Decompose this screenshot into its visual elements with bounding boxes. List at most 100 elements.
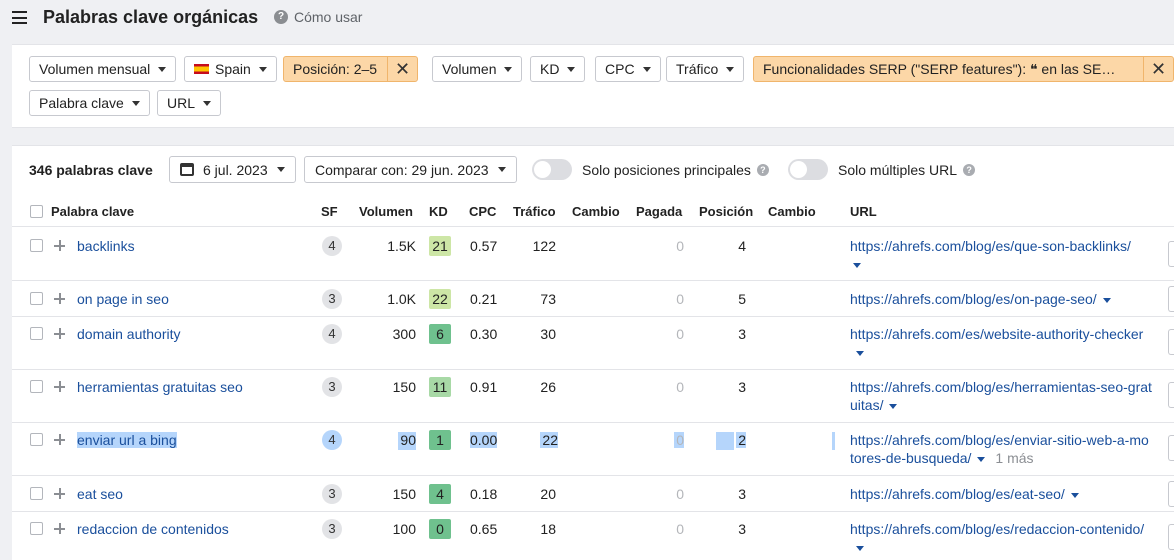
url-text[interactable]: https://ahrefs.com/blog/es/redaccion-con… [850, 521, 1144, 537]
caret-down-icon[interactable] [1070, 492, 1079, 498]
row-action-button[interactable] [1168, 524, 1174, 550]
table-row: herramientas gratuitas seo 3 150 11 0.91… [12, 370, 1174, 423]
filter-cpc[interactable]: CPC [595, 56, 661, 82]
url-link[interactable]: https://ahrefs.com/blog/es/redaccion-con… [850, 520, 1152, 556]
caret-down-icon[interactable] [1102, 297, 1111, 303]
plus-icon[interactable] [54, 381, 65, 392]
row-checkbox[interactable] [30, 433, 43, 446]
compare-date-picker[interactable]: Comparar con: 29 jun. 2023 [304, 156, 517, 183]
filter-country[interactable]: Spain [184, 56, 277, 82]
col-traffic[interactable]: Tráfico [513, 204, 556, 219]
filter-label: CPC [605, 61, 635, 77]
keyword-link[interactable]: eat seo [77, 486, 123, 502]
col-keyword[interactable]: Palabra clave [51, 204, 134, 219]
paid-value: 0 [676, 238, 684, 254]
toggle-top-positions-label: Solo posiciones principales? [582, 162, 769, 178]
col-change[interactable]: Cambio [572, 204, 620, 219]
toggle-top-positions[interactable] [532, 159, 572, 180]
plus-icon[interactable] [54, 488, 65, 499]
row-checkbox[interactable] [30, 487, 43, 500]
caret-down-icon [131, 100, 140, 106]
col-cpc[interactable]: CPC [469, 204, 496, 219]
sf-badge[interactable]: 3 [322, 377, 342, 397]
col-paid[interactable]: Pagada [636, 204, 682, 219]
help-link[interactable]: ? Cómo usar [274, 9, 362, 25]
row-checkbox[interactable] [30, 522, 43, 535]
filter-palabra-clave[interactable]: Palabra clave [29, 90, 150, 116]
row-action-button[interactable] [1168, 435, 1174, 461]
caret-down-icon [203, 100, 212, 106]
sf-badge[interactable]: 3 [322, 519, 342, 539]
col-sf[interactable]: SF [321, 204, 338, 219]
filter-url[interactable]: URL [157, 90, 222, 116]
row-action-button[interactable] [1168, 382, 1174, 408]
caret-down-icon[interactable] [856, 545, 864, 551]
row-action-button[interactable] [1168, 286, 1174, 312]
row-checkbox[interactable] [30, 239, 43, 252]
url-link[interactable]: https://ahrefs.com/es/website-authority-… [850, 325, 1152, 361]
url-text[interactable]: https://ahrefs.com/es/website-authority-… [850, 326, 1143, 342]
sf-badge[interactable]: 4 [322, 236, 342, 256]
caret-down-icon[interactable] [889, 403, 898, 409]
close-icon[interactable]: ✕ [1143, 57, 1173, 81]
sf-badge[interactable]: 4 [322, 324, 342, 344]
filter-posicion[interactable]: Posición: 2–5 ✕ [283, 56, 419, 82]
row-action-button[interactable] [1168, 241, 1174, 267]
plus-icon[interactable] [54, 240, 65, 251]
keyword-link[interactable]: enviar url a bing [77, 432, 177, 448]
plus-icon[interactable] [54, 523, 65, 534]
url-link[interactable]: https://ahrefs.com/blog/es/que-son-backl… [850, 237, 1152, 273]
close-icon[interactable]: ✕ [387, 57, 417, 81]
url-text[interactable]: https://ahrefs.com/blog/es/on-page-seo/ [850, 291, 1097, 307]
sf-badge[interactable]: 4 [322, 430, 342, 450]
col-volume[interactable]: Volumen [359, 204, 413, 219]
keyword-link[interactable]: redaccion de contenidos [77, 521, 229, 537]
sf-badge[interactable]: 3 [322, 289, 342, 309]
keyword-link[interactable]: domain authority [77, 326, 181, 342]
col-kd[interactable]: KD [429, 204, 448, 219]
spain-flag-icon [194, 64, 209, 74]
filter-kd[interactable]: KD [530, 56, 586, 82]
url-text[interactable]: https://ahrefs.com/blog/es/eat-seo/ [850, 486, 1065, 502]
keyword-link[interactable]: on page in seo [77, 291, 169, 307]
keyword-link[interactable]: backlinks [77, 238, 135, 254]
row-checkbox[interactable] [30, 380, 43, 393]
select-all-checkbox[interactable] [30, 205, 43, 218]
keyword-link[interactable]: herramientas gratuitas seo [77, 379, 243, 395]
row-action-button[interactable] [1168, 481, 1174, 507]
url-link[interactable]: https://ahrefs.com/blog/es/on-page-seo/ [850, 290, 1152, 308]
toggle-multiple-urls-label: Solo múltiples URL? [838, 162, 976, 178]
plus-icon[interactable] [54, 293, 65, 304]
filter-trafico[interactable]: Tráfico [666, 56, 745, 82]
filter-serp-features[interactable]: Funcionalidades SERP ("SERP features"): … [753, 56, 1174, 82]
paid-value: 0 [676, 326, 684, 342]
filter-volumen[interactable]: Volumen [432, 56, 523, 82]
toggle-multiple-urls[interactable] [788, 159, 828, 180]
row-checkbox[interactable] [30, 327, 43, 340]
url-link[interactable]: https://ahrefs.com/blog/es/eat-seo/ [850, 485, 1152, 503]
caret-down-icon[interactable] [853, 262, 861, 268]
plus-icon[interactable] [54, 434, 65, 445]
date-picker[interactable]: 6 jul. 2023 [169, 156, 296, 183]
sf-badge[interactable]: 3 [322, 484, 342, 504]
cpc-value: 0.00 [470, 432, 498, 448]
col-url[interactable]: URL [850, 204, 877, 219]
url-link[interactable]: https://ahrefs.com/blog/es/enviar-sitio-… [850, 431, 1152, 467]
question-icon[interactable]: ? [963, 164, 976, 176]
position-value: 5 [738, 291, 746, 307]
caret-down-icon[interactable] [856, 350, 864, 356]
row-action-button[interactable] [1168, 329, 1174, 355]
url-text[interactable]: https://ahrefs.com/blog/es/que-son-backl… [850, 238, 1131, 254]
row-checkbox[interactable] [30, 292, 43, 305]
col-position[interactable]: Posición [699, 204, 753, 219]
caret-down-icon[interactable] [977, 456, 986, 462]
filter-volumen-mensual[interactable]: Volumen mensual [29, 56, 177, 82]
question-icon[interactable]: ? [756, 164, 769, 176]
url-link[interactable]: https://ahrefs.com/blog/es/herramientas-… [850, 378, 1152, 414]
caret-down-icon [726, 66, 735, 72]
plus-icon[interactable] [54, 328, 65, 339]
col-change-position[interactable]: Cambio [768, 204, 816, 219]
position-value: 3 [738, 486, 746, 502]
more-urls-label[interactable]: 1 más [995, 450, 1033, 466]
menu-icon[interactable] [12, 11, 27, 24]
